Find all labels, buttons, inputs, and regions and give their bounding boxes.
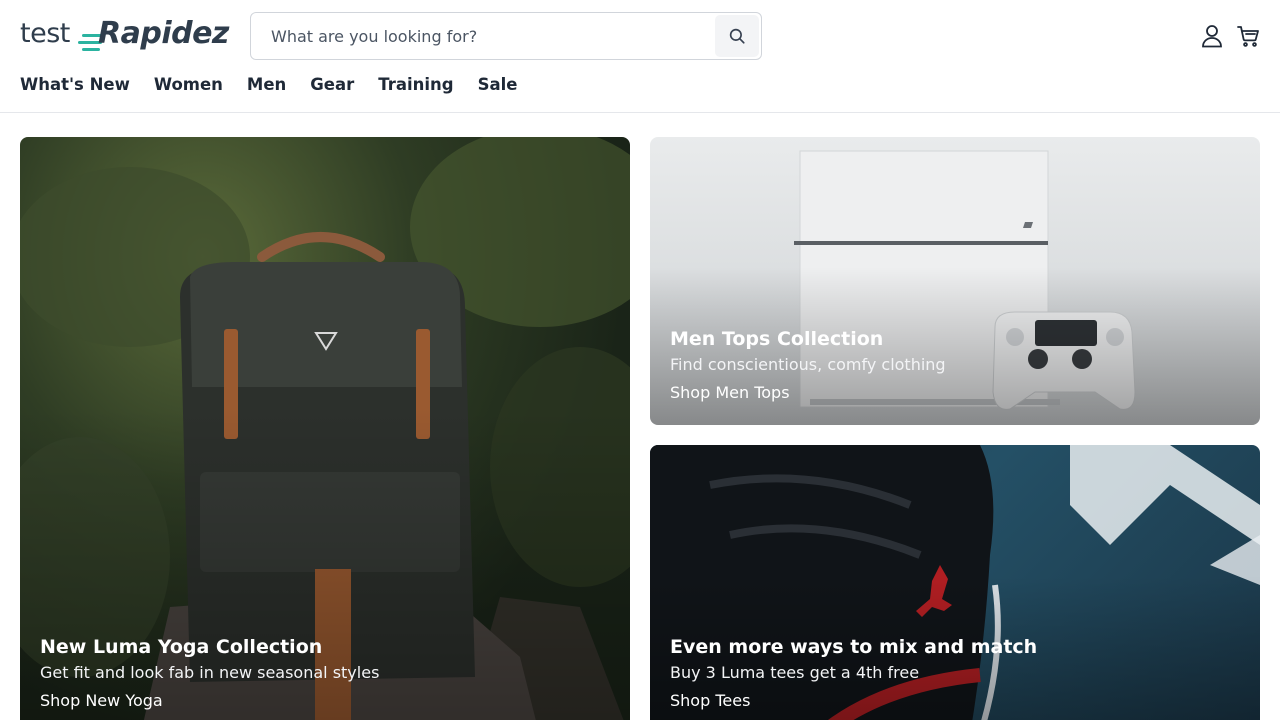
promo-card-tees[interactable]: Even more ways to mix and match Buy 3 Lu… bbox=[650, 445, 1260, 720]
search-icon bbox=[729, 28, 745, 44]
promo-title: Even more ways to mix and match bbox=[670, 636, 1038, 658]
search-input[interactable] bbox=[252, 14, 712, 58]
nav-item-gear[interactable]: Gear bbox=[310, 74, 354, 98]
promo-subtitle: Find conscientious, comfy clothing bbox=[670, 355, 946, 374]
search-button[interactable] bbox=[715, 15, 759, 57]
nav-item-men[interactable]: Men bbox=[247, 74, 286, 98]
account-button[interactable] bbox=[1198, 22, 1226, 50]
site-header: test Rapidez What's New Women Men Gear T… bbox=[0, 0, 1280, 113]
nav-item-sale[interactable]: Sale bbox=[478, 74, 518, 98]
promo-title: Men Tops Collection bbox=[670, 328, 884, 350]
promo-card-yoga[interactable]: New Luma Yoga Collection Get fit and loo… bbox=[20, 137, 630, 720]
nav-item-whats-new[interactable]: What's New bbox=[20, 74, 130, 98]
promo-card-men-tops[interactable]: Men Tops Collection Find conscientious, … bbox=[650, 137, 1260, 425]
logo[interactable]: test Rapidez bbox=[20, 12, 230, 62]
logo-prefix: test bbox=[20, 18, 70, 49]
search-bar bbox=[250, 12, 762, 60]
cart-button[interactable] bbox=[1234, 22, 1262, 50]
nav-item-training[interactable]: Training bbox=[378, 74, 453, 98]
promo-title: New Luma Yoga Collection bbox=[40, 636, 323, 658]
logo-name: Rapidez bbox=[98, 16, 229, 51]
user-icon bbox=[1202, 25, 1222, 48]
main-nav: What's New Women Men Gear Training Sale bbox=[20, 74, 518, 98]
promo-link-shop-new-yoga[interactable]: Shop New Yoga bbox=[40, 691, 163, 710]
promo-subtitle: Get fit and look fab in new seasonal sty… bbox=[40, 663, 380, 682]
promo-subtitle: Buy 3 Luma tees get a 4th free bbox=[670, 663, 920, 682]
promo-link-shop-tees[interactable]: Shop Tees bbox=[670, 691, 750, 710]
cart-icon bbox=[1237, 26, 1259, 47]
nav-item-women[interactable]: Women bbox=[154, 74, 223, 98]
promo-link-shop-men-tops[interactable]: Shop Men Tops bbox=[670, 383, 790, 402]
